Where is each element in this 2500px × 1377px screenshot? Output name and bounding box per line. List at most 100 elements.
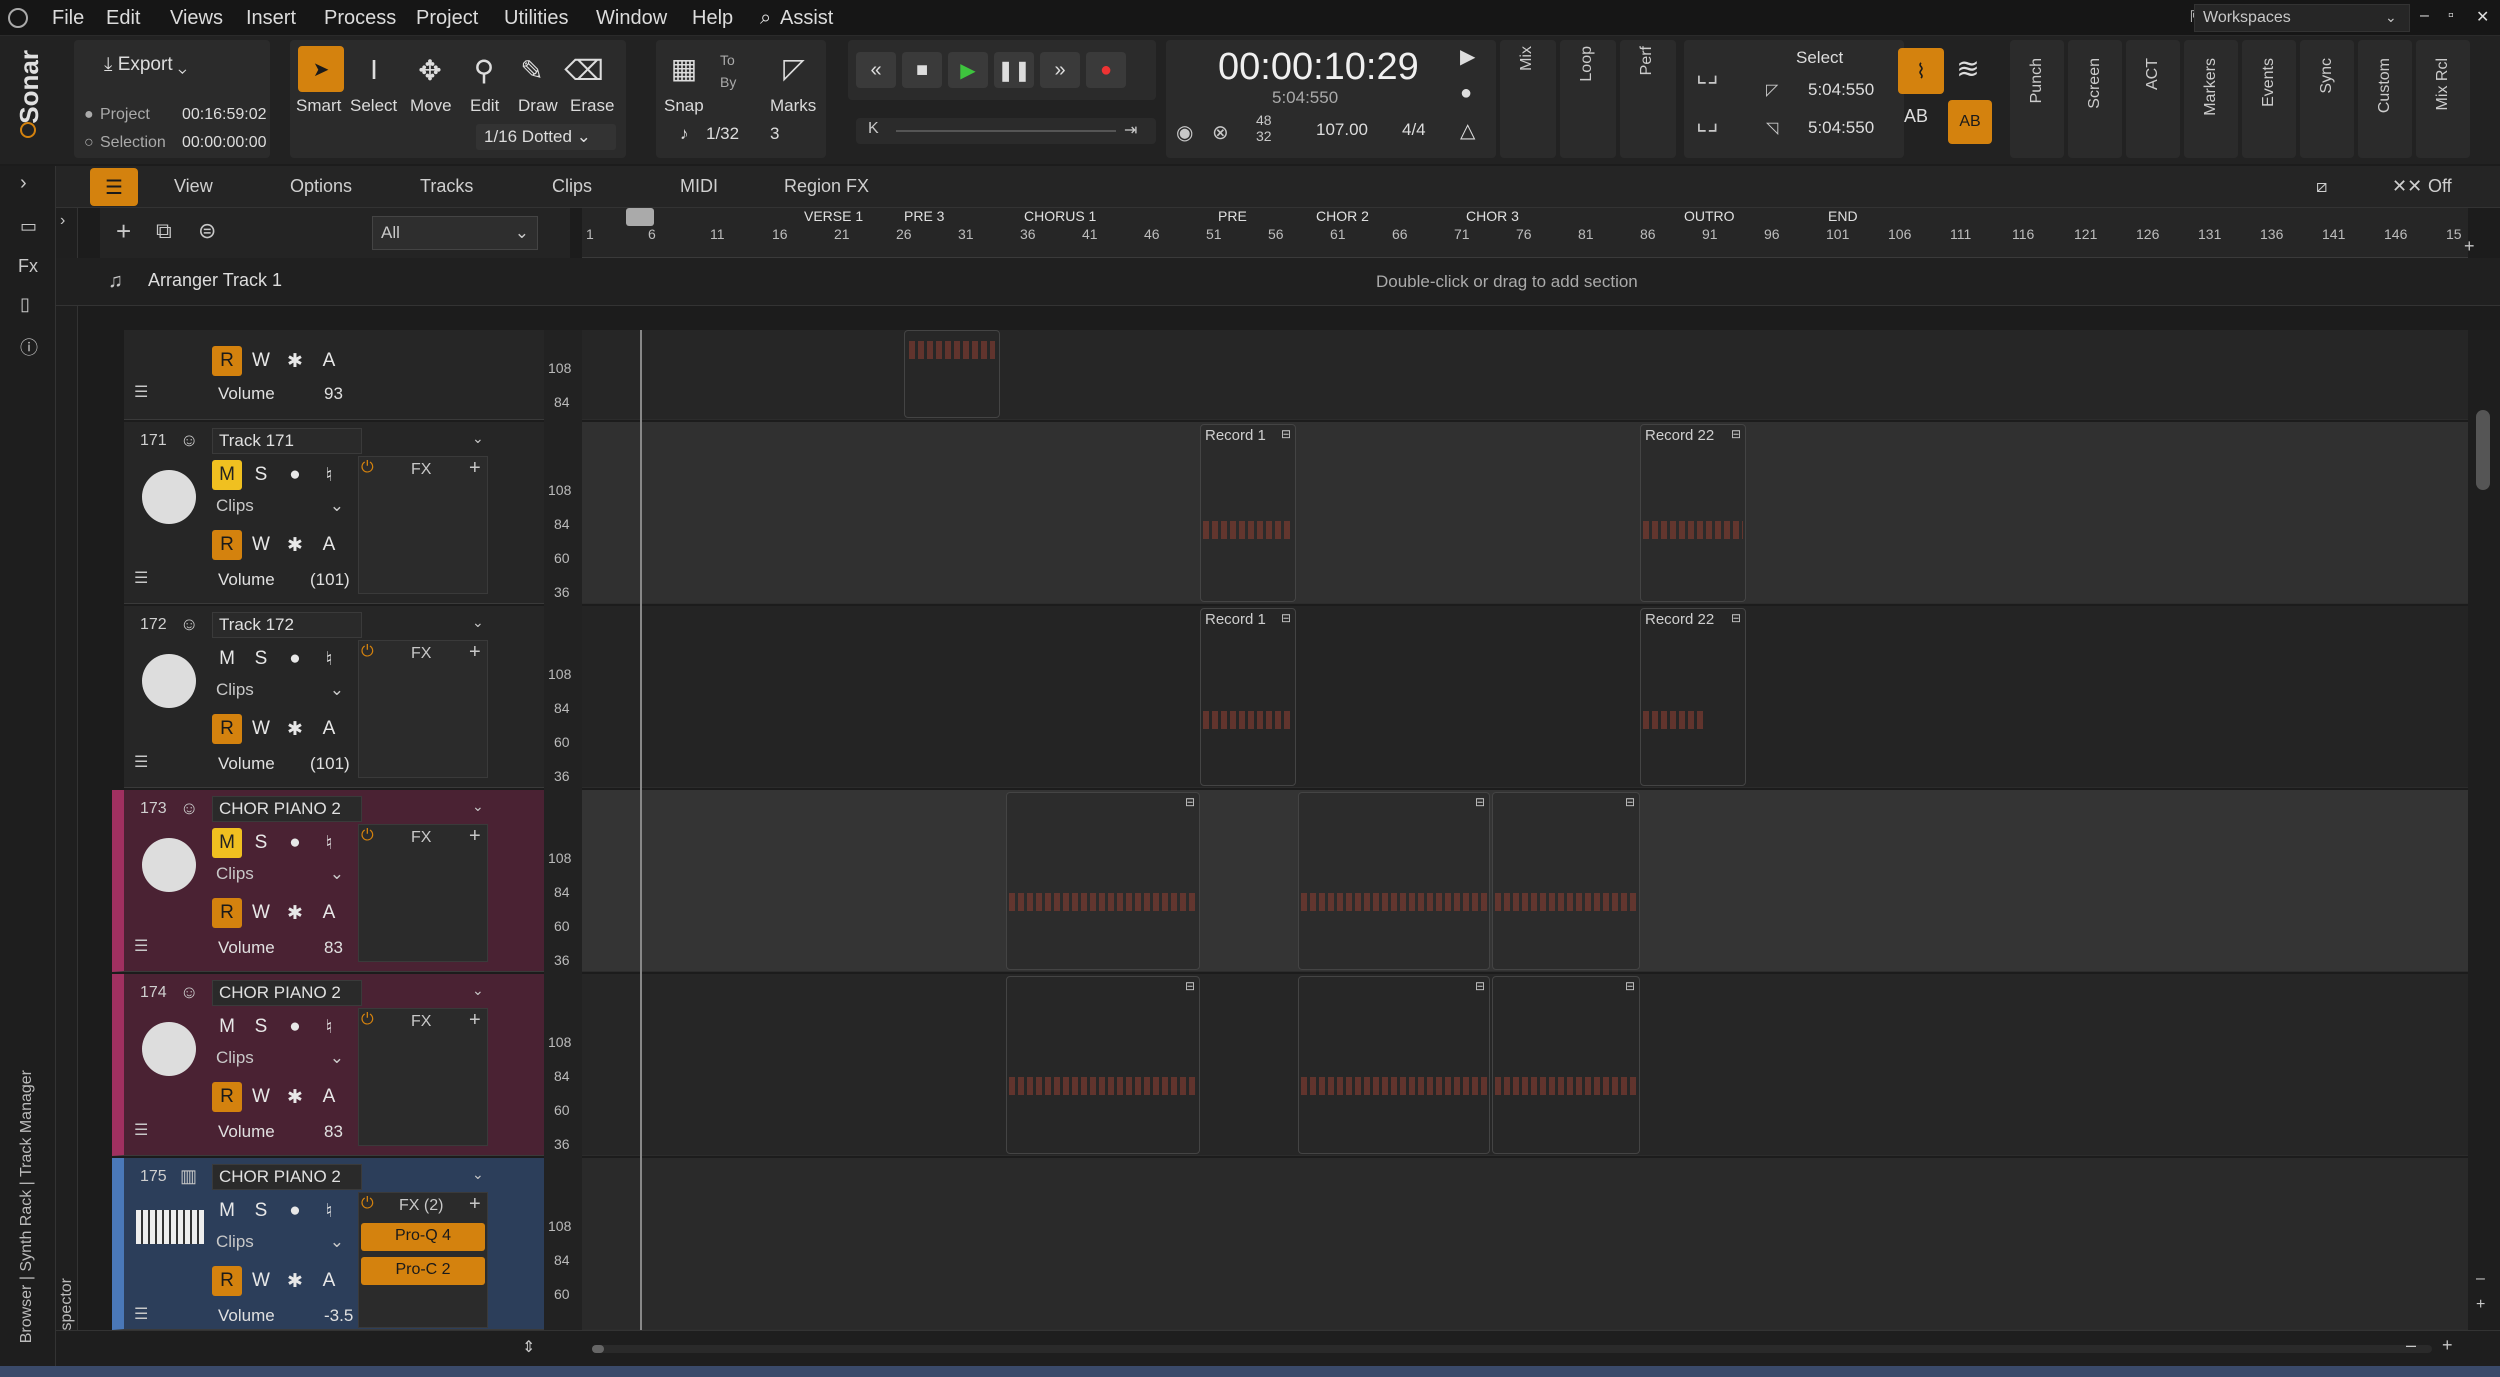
plugin-pro-c2[interactable]: Pro-C 2 <box>361 1257 485 1285</box>
stop-button[interactable]: ■ <box>902 52 942 88</box>
clip-menu-icon[interactable]: ⊟ <box>1475 795 1485 809</box>
arm-button[interactable]: ● <box>280 828 310 858</box>
add-fx-icon[interactable]: + <box>469 457 481 480</box>
list-icon[interactable]: ☰ <box>134 1120 148 1140</box>
lane-partial[interactable] <box>582 330 2468 420</box>
loop-label[interactable]: Loop <box>1578 46 1596 82</box>
read-button[interactable]: R <box>212 898 242 928</box>
auto-button[interactable]: ✱ <box>280 714 310 744</box>
mute-button[interactable]: M <box>212 1012 242 1042</box>
tempo-value[interactable]: 107.00 <box>1316 120 1368 140</box>
solo-button[interactable]: S <box>246 1012 276 1042</box>
automation-button[interactable]: ⌇ <box>1898 48 1944 94</box>
tb-midi[interactable]: MIDI <box>680 176 718 197</box>
power-icon[interactable]: ⏻ <box>361 459 374 477</box>
marker-pre3[interactable]: PRE 3 <box>904 208 944 224</box>
read-button[interactable]: R <box>212 1266 242 1296</box>
list-icon[interactable]: ☰ <box>134 568 148 588</box>
track-name[interactable]: CHOR PIANO 2 <box>212 796 362 822</box>
arm-auto-button[interactable]: A <box>314 898 344 928</box>
monitor-icon[interactable]: ♮ <box>314 1196 344 1226</box>
auto-button[interactable]: ✱ <box>280 530 310 560</box>
clips-dropdown[interactable]: Clips ⌄ <box>212 1046 348 1072</box>
arm-button[interactable]: ● <box>280 644 310 674</box>
solo-button[interactable]: S <box>246 828 276 858</box>
zoom-out-icon[interactable]: – <box>2476 1270 2485 1288</box>
arm-auto-button[interactable]: A <box>314 714 344 744</box>
snap-by-label[interactable]: By <box>720 74 736 90</box>
clips-dropdown[interactable]: Clips ⌄ <box>212 494 348 520</box>
volume-value[interactable]: 83 <box>324 938 343 958</box>
chevron-down-icon[interactable]: ⌄ <box>472 430 484 447</box>
marker-verse1[interactable]: VERSE 1 <box>804 208 863 224</box>
tb-view[interactable]: View <box>174 176 213 197</box>
metronome-small-icon[interactable]: △ <box>1460 118 1490 143</box>
add-fx-icon[interactable]: + <box>469 641 481 664</box>
fast-forward-button[interactable]: » <box>1040 52 1080 88</box>
track-name[interactable]: Track 172 <box>212 612 362 638</box>
clips-dropdown[interactable]: Clips ⌄ <box>212 1230 348 1256</box>
chevron-down-icon[interactable]: ⌄ <box>472 798 484 815</box>
arranger-hint[interactable]: Double-click or drag to add section <box>1376 272 1638 292</box>
arm-button[interactable]: ● <box>280 1196 310 1226</box>
ruler-add-icon[interactable]: + <box>2464 236 2475 257</box>
crop-icon[interactable]: ⧄ <box>2316 176 2327 197</box>
snap-grid-icon[interactable]: ▦ <box>664 50 704 86</box>
menu-project[interactable]: Project <box>416 7 478 30</box>
smart-tool-button[interactable]: ➤ <box>298 46 344 92</box>
add-fx-icon[interactable]: + <box>469 1193 481 1216</box>
clip-menu-icon[interactable]: ⊟ <box>1625 795 1635 809</box>
close-icon[interactable]: ✕ <box>2476 7 2489 27</box>
midi-clip[interactable]: ⊟ <box>1006 792 1200 970</box>
volume-value[interactable]: 83 <box>324 1122 343 1142</box>
power-icon[interactable]: ⏻ <box>361 827 374 845</box>
chevron-down-icon[interactable]: ⌄ <box>472 982 484 999</box>
menu-assist[interactable]: Assist <box>780 7 833 30</box>
screen-label[interactable]: Screen <box>2086 58 2104 109</box>
h-scroll-thumb[interactable] <box>592 1345 604 1353</box>
read-button[interactable]: R <box>212 714 242 744</box>
edit-tool-icon[interactable]: ⚲ <box>464 52 504 88</box>
arm-auto-button[interactable]: A <box>314 1082 344 1112</box>
lane-174[interactable]: ⊟ ⊟ ⊟ <box>582 974 2468 1156</box>
solo-button[interactable]: S <box>246 1196 276 1226</box>
solo-button[interactable]: S <box>246 460 276 490</box>
snap-value[interactable]: 1/32 <box>706 124 739 144</box>
write-button[interactable]: W <box>246 346 276 376</box>
sync-label[interactable]: Sync <box>2318 58 2336 94</box>
clip-menu-icon[interactable]: ⊟ <box>1625 979 1635 993</box>
menu-edit[interactable]: Edit <box>106 7 140 30</box>
play-small-icon[interactable]: ▶ <box>1460 44 1490 69</box>
arm-button[interactable]: ● <box>280 1012 310 1042</box>
midi-clip[interactable]: ⊟ <box>1492 976 1640 1154</box>
add-track-icon[interactable]: + <box>116 216 131 247</box>
mute-button[interactable]: M <box>212 1196 242 1226</box>
ab-compare-button[interactable]: AB <box>1948 100 1992 144</box>
minimize-icon[interactable]: – <box>2420 7 2429 25</box>
track-name[interactable]: CHOR PIANO 2 <box>212 1164 362 1190</box>
filter-icon[interactable]: ⊜ <box>198 218 216 244</box>
menu-views[interactable]: Views <box>170 7 223 30</box>
write-button[interactable]: W <box>246 1082 276 1112</box>
arranger-name[interactable]: Arranger Track 1 <box>148 270 282 291</box>
snap-to-label[interactable]: To <box>720 52 735 68</box>
clip-menu-icon[interactable]: ⊟ <box>1475 979 1485 993</box>
duration-dropdown[interactable]: 1/16 Dotted ⌄ <box>476 124 616 150</box>
click-icon[interactable]: ⊗ <box>1212 120 1229 145</box>
select-tool-icon[interactable]: I <box>354 52 394 88</box>
workspaces-dropdown[interactable]: Workspaces ⌄ <box>2194 4 2410 32</box>
clip-record1[interactable]: Record 1 ⊟ <box>1200 608 1296 786</box>
mute-button[interactable]: M <box>212 828 242 858</box>
arm-button[interactable]: ● <box>280 460 310 490</box>
radio-selection[interactable]: ○ <box>84 134 94 152</box>
menu-process[interactable]: Process <box>324 7 396 30</box>
tb-regionfx[interactable]: Region FX <box>784 176 869 197</box>
marker-end[interactable]: END <box>1828 208 1858 224</box>
lane-175[interactable] <box>582 1158 2468 1330</box>
marker-chorus1[interactable]: CHORUS 1 <box>1024 208 1096 224</box>
clip-menu-icon[interactable]: ⊟ <box>1281 427 1291 441</box>
read-button[interactable]: R <box>212 1082 242 1112</box>
metronome-icon[interactable]: ◉ <box>1176 120 1193 145</box>
marks-icon[interactable]: ◸ <box>774 50 814 86</box>
list-icon[interactable]: ☰ <box>134 382 148 402</box>
